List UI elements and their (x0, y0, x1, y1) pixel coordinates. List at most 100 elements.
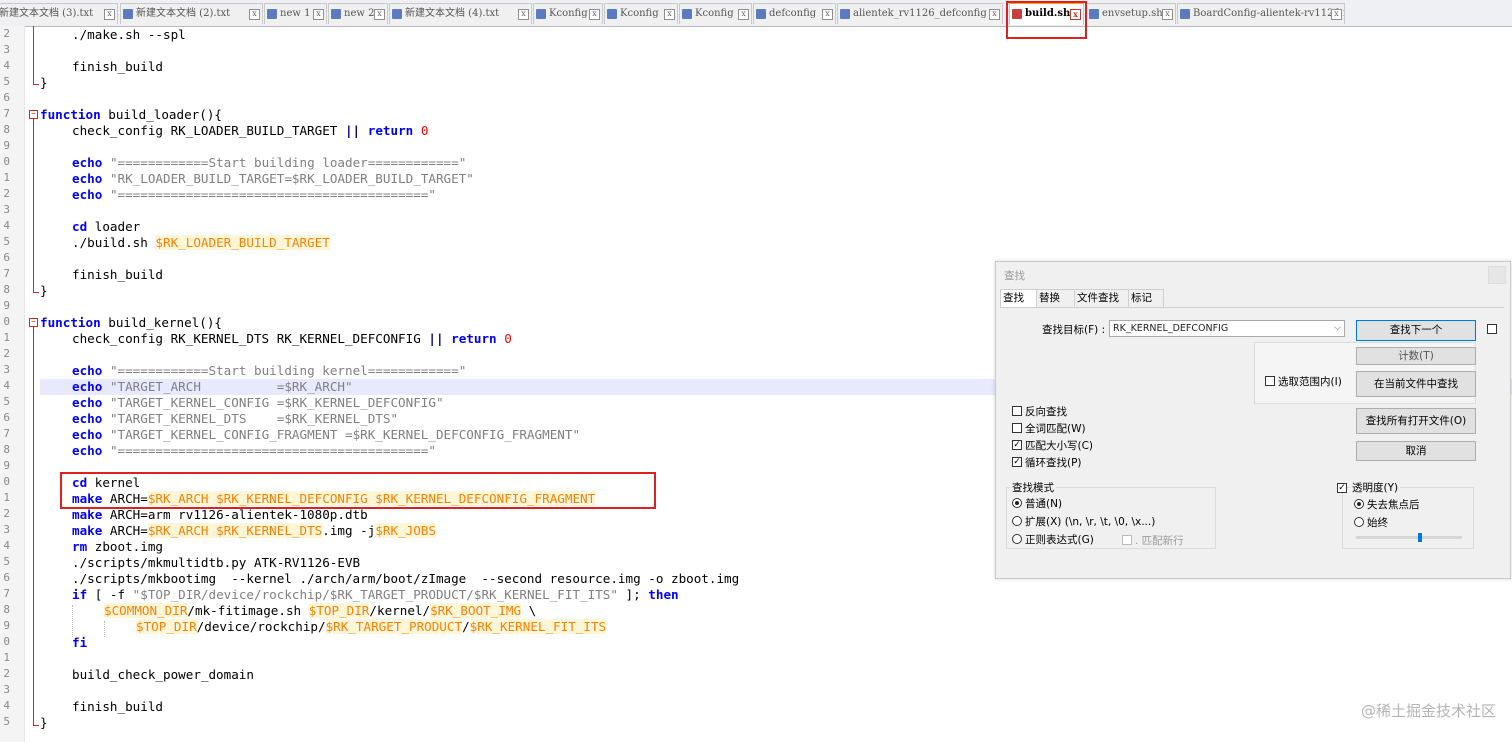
close-icon[interactable]: x (1162, 9, 1173, 20)
code-text: check_config RK_LOADER_BUILD_TARGET (72, 123, 345, 138)
chevron-down-icon[interactable]: ⌵ (1334, 321, 1341, 336)
tab-file-3[interactable]: 新建文本文档 (3).txt x (0, 3, 118, 24)
indent-guide (72, 605, 74, 637)
tab-alientek-defconfig[interactable]: alientek_rv1126_defconfig x (837, 3, 1003, 24)
find-target-combo[interactable]: RK_KERNEL_DEFCONFIG ⌵ (1109, 320, 1345, 337)
close-icon[interactable]: x (822, 9, 833, 20)
keyword: echo (72, 379, 103, 394)
line-number: 4 (3, 699, 10, 712)
code-line: echo "TARGET_KERNEL_DTS =$RK_KERNEL_DTS" (72, 411, 398, 427)
close-icon[interactable]: x (738, 9, 749, 20)
code-line: rm zboot.img (72, 539, 163, 555)
tab-label: BoardConfig-alientek-rv1126.mk (1193, 8, 1345, 19)
line-number: 6 (3, 251, 10, 264)
code-line: finish_build (72, 699, 163, 715)
file-icon (331, 9, 341, 19)
tab-find-in-files[interactable]: 文件查找 (1074, 289, 1130, 307)
tab-defconfig[interactable]: defconfig x (753, 3, 836, 24)
code-text: /device/rockchip/ (196, 619, 326, 634)
line-number: 7 (3, 107, 10, 120)
string: "TARGET_ARCH =$RK_ARCH" (109, 379, 353, 394)
code-line: echo "TARGET_KERNEL_CONFIG_FRAGMENT =$RK… (72, 427, 580, 443)
tab-file-4[interactable]: 新建文本文档 (4).txt x (389, 3, 532, 24)
tab-kconfig-1[interactable]: Kconfig x (533, 3, 603, 24)
variable: $RK_BOOT_IMG (430, 603, 522, 618)
code-line: ./build.sh $RK_LOADER_BUILD_TARGET (72, 235, 330, 251)
code-text: / (462, 619, 470, 634)
tab-new-2[interactable]: new 2x (328, 3, 388, 24)
close-icon[interactable]: x (589, 9, 600, 20)
count-button[interactable]: 计数(T) (1356, 347, 1476, 365)
variable: $RK_TARGET_PRODUCT (325, 619, 463, 634)
variable: $TOP_DIR (136, 619, 197, 634)
close-icon[interactable]: x (664, 9, 675, 20)
wrap-around-label: 循环查找(P) (1025, 457, 1082, 469)
line-number: 7 (3, 427, 10, 440)
code-text: [ -f (87, 587, 133, 602)
code-text: finish_build (72, 59, 163, 74)
tab-envsetup-sh[interactable]: envsetup.sh x (1086, 3, 1176, 24)
code-line: echo "TARGET_KERNEL_CONFIG =$RK_KERNEL_D… (72, 395, 444, 411)
close-icon[interactable]: x (249, 9, 260, 20)
find-all-open-button[interactable]: 查找所有打开文件(O) (1356, 408, 1476, 434)
code-text: loader (87, 219, 141, 234)
tab-file-2[interactable]: 新建文本文档 (2).txt x (120, 3, 263, 24)
string: "=======================================… (109, 187, 436, 202)
line-number: 9 (3, 139, 10, 152)
line-number: 1 (3, 171, 10, 184)
tab-replace[interactable]: 替换 (1036, 289, 1076, 307)
keyword: echo (72, 155, 103, 170)
code-line: check_config RK_KERNEL_DTS RK_KERNEL_DEF… (72, 331, 512, 347)
close-icon[interactable]: x (104, 9, 115, 20)
line-number: 6 (3, 411, 10, 424)
transparency-slider-thumb[interactable] (1418, 533, 1422, 542)
transparency-slider[interactable] (1356, 536, 1462, 539)
tab-kconfig-2[interactable]: Kconfig x (604, 3, 678, 24)
in-selection-checkbox[interactable] (1265, 376, 1275, 386)
mode-normal-radio[interactable] (1012, 498, 1022, 508)
code-text: finish_build (72, 267, 163, 282)
trans-always-radio[interactable] (1354, 517, 1364, 527)
whole-word-checkbox[interactable] (1012, 423, 1022, 433)
string: "TARGET_KERNEL_DTS =$RK_KERNEL_DTS" (109, 411, 399, 426)
transparency-checkbox[interactable]: ✓ (1337, 483, 1347, 493)
line-number: 5 (3, 395, 10, 408)
close-icon[interactable]: x (374, 9, 385, 20)
fold-toggle-icon[interactable]: − (29, 110, 38, 119)
fold-toggle-icon[interactable]: − (29, 318, 38, 327)
close-icon[interactable] (1488, 266, 1506, 284)
number: 0 (420, 123, 429, 138)
tab-new-1[interactable]: new 1x (264, 3, 327, 24)
find-in-current-button[interactable]: 在当前文件中查找 (1356, 371, 1476, 397)
close-icon[interactable]: x (518, 9, 529, 20)
fold-end (33, 725, 39, 726)
tab-boardconfig[interactable]: BoardConfig-alientek-rv1126.mk x (1177, 3, 1345, 24)
close-icon[interactable]: x (989, 9, 1000, 20)
cancel-button[interactable]: 取消 (1356, 441, 1476, 461)
fold-end (33, 292, 39, 293)
find-next-option-checkbox[interactable] (1487, 324, 1497, 334)
reverse-checkbox[interactable] (1012, 406, 1022, 416)
close-icon[interactable]: x (1331, 9, 1342, 20)
find-next-button[interactable]: 查找下一个 (1356, 320, 1476, 341)
tab-label: 新建文本文档 (2).txt (136, 8, 231, 19)
line-number: 3 (3, 683, 10, 696)
dot-newline-checkbox (1122, 535, 1132, 545)
tab-mark[interactable]: 标记 (1128, 289, 1164, 307)
code-text: } (40, 283, 48, 298)
wrap-around-checkbox[interactable]: ✓ (1012, 457, 1022, 467)
tab-kconfig-3[interactable]: Kconfig x (679, 3, 752, 24)
code-line: build_check_power_domain (72, 667, 254, 683)
string: "============Start building kernel======… (109, 363, 467, 378)
line-number: 3 (3, 363, 10, 376)
trans-on-blur-radio[interactable] (1354, 499, 1364, 509)
mode-extended-radio[interactable] (1012, 516, 1022, 526)
mode-regex-radio[interactable] (1012, 534, 1022, 544)
mode-regex-label: 正则表达式(G) (1025, 534, 1094, 546)
close-icon[interactable]: x (313, 9, 324, 20)
match-case-checkbox[interactable]: ✓ (1012, 440, 1022, 450)
line-number: 3 (3, 203, 10, 216)
watermark: @稀土掘金技术社区 (1360, 702, 1496, 720)
tab-find[interactable]: 查找 (1000, 289, 1038, 308)
code-line: finish_build (72, 59, 163, 75)
